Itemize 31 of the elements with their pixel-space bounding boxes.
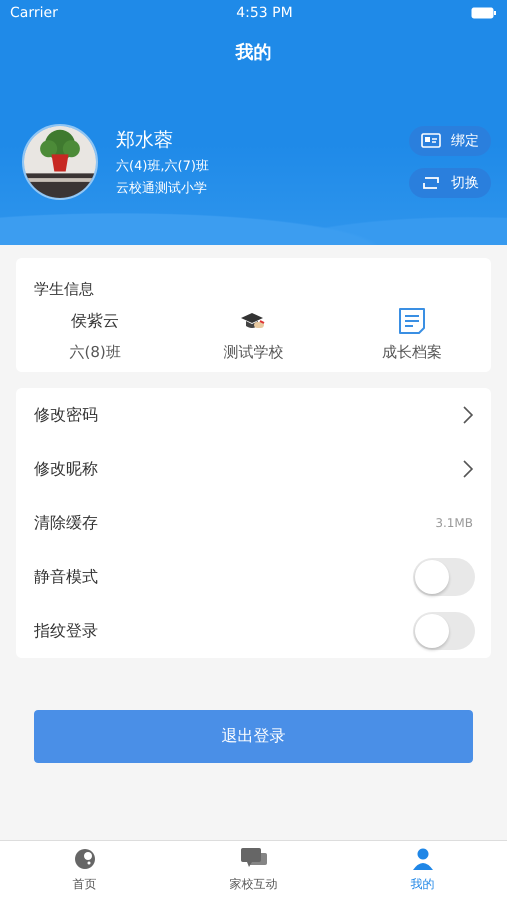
student-name: 侯紫云 [71,310,120,332]
chevron-right-icon [463,406,473,424]
tab-item[interactable]: 家校互动 [169,841,338,900]
archive-label[interactable]: 成长档案 [382,343,442,362]
toggle-switch[interactable] [413,558,475,596]
tab-item[interactable]: 首页 [0,841,169,900]
setting-label[interactable]: 修改昵称 [34,458,98,480]
switch-button[interactable]: 切换 [409,168,491,198]
user-classes: 六(4)班,六(7)班 [116,158,210,175]
setting-label: 静音模式 [34,566,98,588]
person-icon [412,848,434,870]
tab-item[interactable]: 我的 [338,841,507,900]
section-title: 学生信息 [33,279,95,300]
chevron-right-icon [463,460,473,478]
setting-label: 指纹登录 [34,620,98,642]
cache-size: 3.1MB [435,516,473,530]
class-label: 六(8)班 [70,343,121,362]
user-name: 郑水蓉 [116,128,174,153]
carrier-label: Carrier [10,5,58,21]
setting-label[interactable]: 清除缓存 [34,512,98,534]
toggle-switch[interactable] [413,612,475,650]
school-label: 测试学校 [223,343,284,362]
document-icon [396,306,427,336]
bind-button[interactable]: 绑定 [409,126,491,156]
swap-icon [421,175,441,191]
battery-icon [471,7,497,19]
user-school: 云校通测试小学 [116,180,208,197]
page-title: 我的 [234,41,272,65]
id-card-icon [421,133,441,149]
setting-label[interactable]: 修改密码 [34,404,98,426]
status-time: 4:53 PM [236,5,293,21]
